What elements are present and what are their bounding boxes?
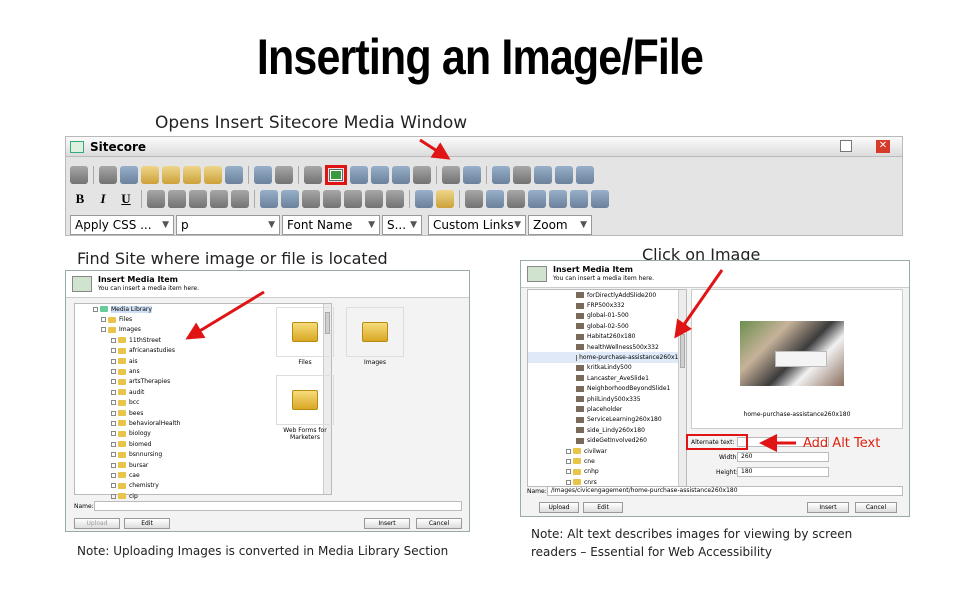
arrow-insert-image <box>419 138 451 160</box>
annotation-arrows <box>185 138 796 452</box>
arrow-click-image <box>674 269 724 339</box>
arrow-tree <box>185 290 265 340</box>
